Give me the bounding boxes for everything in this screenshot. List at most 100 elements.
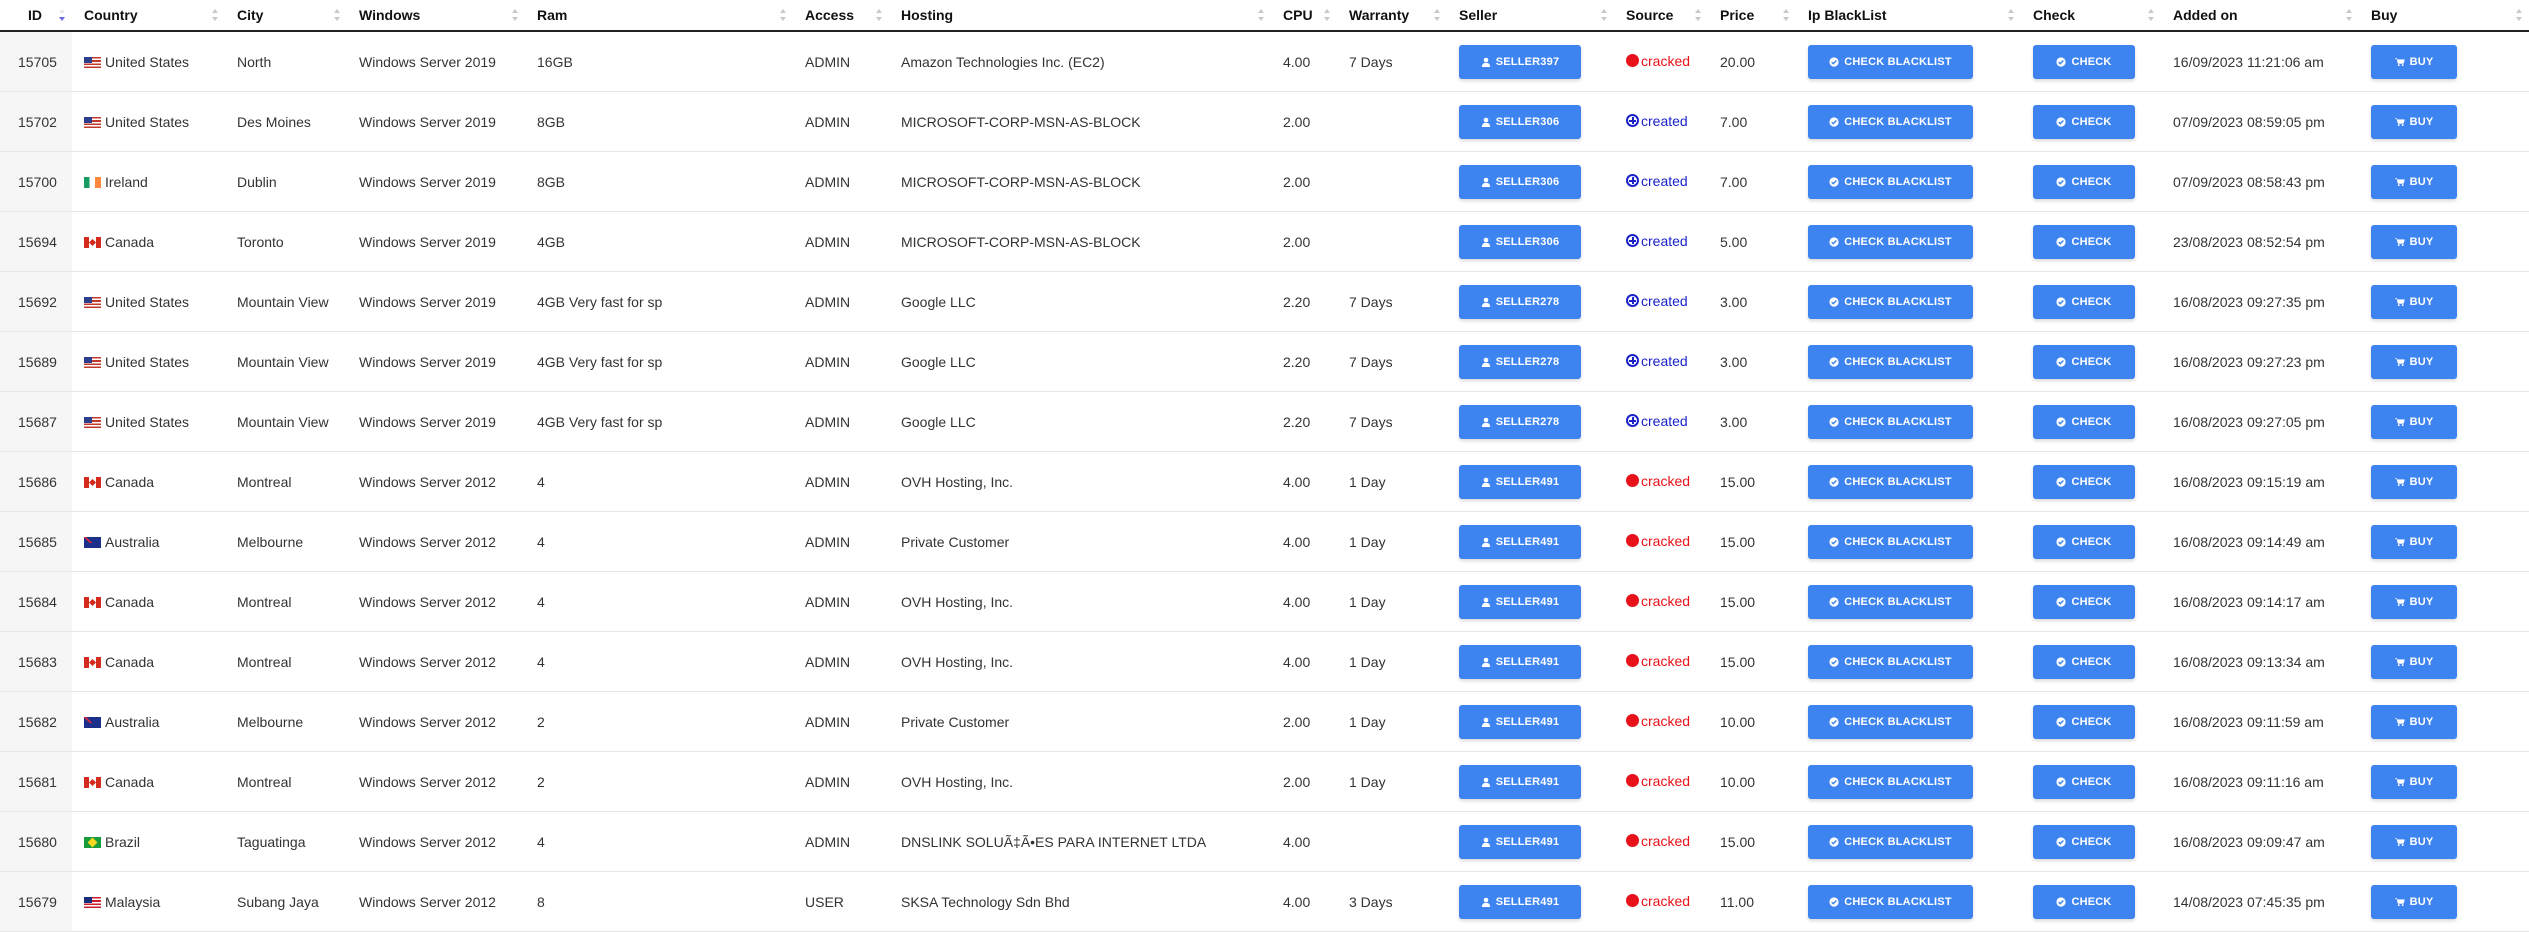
check-button[interactable]: CHECK: [2033, 764, 2135, 799]
buy-button[interactable]: BUY: [2371, 404, 2457, 439]
price-cell: 11.00: [1708, 871, 1796, 932]
buy-button[interactable]: BUY: [2371, 44, 2457, 79]
check-blacklist-button[interactable]: CHECK BLACKLIST: [1808, 704, 1973, 739]
col-header-cpu[interactable]: CPU: [1271, 0, 1337, 32]
check-button[interactable]: CHECK: [2033, 464, 2135, 499]
col-header-warranty[interactable]: Warranty: [1337, 0, 1447, 32]
sort-arrows-icon[interactable]: [876, 9, 883, 21]
buy-button[interactable]: BUY: [2371, 464, 2457, 499]
check-button[interactable]: CHECK: [2033, 584, 2135, 619]
buy-button[interactable]: BUY: [2371, 224, 2457, 259]
buy-button[interactable]: BUY: [2371, 884, 2457, 919]
sort-arrows-icon[interactable]: [2516, 9, 2523, 21]
check-blacklist-button[interactable]: CHECK BLACKLIST: [1808, 344, 1973, 379]
sort-arrows-icon[interactable]: [1695, 9, 1702, 21]
check-button[interactable]: CHECK: [2033, 224, 2135, 259]
col-header-price[interactable]: Price: [1708, 0, 1796, 32]
seller-button[interactable]: SELLER491: [1459, 524, 1581, 559]
seller-button[interactable]: SELLER491: [1459, 764, 1581, 799]
ram-text: 8GB: [537, 173, 566, 190]
buy-button[interactable]: BUY: [2371, 104, 2457, 139]
check-button[interactable]: CHECK: [2033, 824, 2135, 859]
check-blacklist-label: CHECK BLACKLIST: [1844, 355, 1952, 368]
seller-button[interactable]: SELLER278: [1459, 404, 1581, 439]
check-blacklist-button[interactable]: CHECK BLACKLIST: [1808, 44, 1973, 79]
check-button[interactable]: CHECK: [2033, 284, 2135, 319]
sort-arrows-icon[interactable]: [2346, 9, 2353, 21]
check-button[interactable]: CHECK: [2033, 344, 2135, 379]
col-header-seller[interactable]: Seller: [1447, 0, 1614, 32]
check-button[interactable]: CHECK: [2033, 704, 2135, 739]
col-header-windows[interactable]: Windows: [347, 0, 525, 32]
sort-arrows-icon[interactable]: [512, 9, 519, 21]
check-blacklist-button[interactable]: CHECK BLACKLIST: [1808, 584, 1973, 619]
check-blacklist-button[interactable]: CHECK BLACKLIST: [1808, 524, 1973, 559]
sort-arrows-icon[interactable]: [212, 9, 219, 21]
col-header-hosting[interactable]: Hosting: [889, 0, 1271, 32]
check-button[interactable]: CHECK: [2033, 524, 2135, 559]
check-button[interactable]: CHECK: [2033, 644, 2135, 679]
seller-button[interactable]: SELLER306: [1459, 164, 1581, 199]
col-header-check[interactable]: Check: [2021, 0, 2161, 32]
check-blacklist-button[interactable]: CHECK BLACKLIST: [1808, 224, 1973, 259]
col-header-id[interactable]: ID: [0, 0, 72, 32]
check-blacklist-button[interactable]: CHECK BLACKLIST: [1808, 644, 1973, 679]
check-button[interactable]: CHECK: [2033, 404, 2135, 439]
sort-arrows-icon[interactable]: [1258, 9, 1265, 21]
seller-button[interactable]: SELLER491: [1459, 464, 1581, 499]
seller-button[interactable]: SELLER491: [1459, 584, 1581, 619]
buy-button[interactable]: BUY: [2371, 524, 2457, 559]
buy-button[interactable]: BUY: [2371, 164, 2457, 199]
check-blacklist-button[interactable]: CHECK BLACKLIST: [1808, 764, 1973, 799]
check-blacklist-button[interactable]: CHECK BLACKLIST: [1808, 464, 1973, 499]
sort-arrows-icon[interactable]: [2008, 9, 2015, 21]
buy-button[interactable]: BUY: [2371, 344, 2457, 379]
check-button[interactable]: CHECK: [2033, 44, 2135, 79]
sort-arrows-icon[interactable]: [1783, 9, 1790, 21]
buy-button[interactable]: BUY: [2371, 284, 2457, 319]
check-blacklist-button[interactable]: CHECK BLACKLIST: [1808, 284, 1973, 319]
buy-button[interactable]: BUY: [2371, 584, 2457, 619]
buy-button[interactable]: BUY: [2371, 704, 2457, 739]
sort-arrows-icon[interactable]: [2148, 9, 2155, 21]
sort-arrows-icon[interactable]: [334, 9, 341, 21]
seller-button[interactable]: SELLER491: [1459, 704, 1581, 739]
check-blacklist-button[interactable]: CHECK BLACKLIST: [1808, 104, 1973, 139]
windows-cell: Windows Server 2012: [347, 751, 525, 812]
buy-button[interactable]: BUY: [2371, 644, 2457, 679]
check-button[interactable]: CHECK: [2033, 104, 2135, 139]
sort-arrows-icon[interactable]: [1434, 9, 1441, 21]
check-button[interactable]: CHECK: [2033, 164, 2135, 199]
seller-button[interactable]: SELLER491: [1459, 644, 1581, 679]
check-blacklist-button[interactable]: CHECK BLACKLIST: [1808, 404, 1973, 439]
seller-button[interactable]: SELLER306: [1459, 224, 1581, 259]
col-header-access[interactable]: Access: [793, 0, 889, 32]
seller-button[interactable]: SELLER306: [1459, 104, 1581, 139]
seller-button[interactable]: SELLER278: [1459, 284, 1581, 319]
check-blacklist-button[interactable]: CHECK BLACKLIST: [1808, 884, 1973, 919]
seller-cell: SELLER306: [1447, 211, 1614, 272]
col-header-buy[interactable]: Buy: [2359, 0, 2529, 32]
buy-button[interactable]: BUY: [2371, 824, 2457, 859]
col-header-source[interactable]: Source: [1614, 0, 1708, 32]
col-header-label: Access: [805, 7, 855, 23]
seller-button[interactable]: SELLER491: [1459, 824, 1581, 859]
col-header-ram[interactable]: Ram: [525, 0, 793, 32]
ram-text: 16GB: [537, 53, 573, 70]
check-button[interactable]: CHECK: [2033, 884, 2135, 919]
check-blacklist-button[interactable]: CHECK BLACKLIST: [1808, 164, 1973, 199]
sort-arrows-icon[interactable]: [780, 9, 787, 21]
col-header-city[interactable]: City: [225, 0, 347, 32]
buy-button[interactable]: BUY: [2371, 764, 2457, 799]
col-header-added-on[interactable]: Added on: [2161, 0, 2359, 32]
seller-button[interactable]: SELLER491: [1459, 884, 1581, 919]
seller-button[interactable]: SELLER397: [1459, 44, 1581, 79]
sort-arrows-icon[interactable]: [59, 9, 66, 21]
check-blacklist-button[interactable]: CHECK BLACKLIST: [1808, 824, 1973, 859]
seller-button[interactable]: SELLER278: [1459, 344, 1581, 379]
sort-arrows-icon[interactable]: [1324, 9, 1331, 21]
col-header-country[interactable]: Country: [72, 0, 225, 32]
col-header-ip-blacklist[interactable]: Ip BlackList: [1796, 0, 2021, 32]
sort-arrows-icon[interactable]: [1601, 9, 1608, 21]
check-label: CHECK: [2071, 835, 2112, 848]
